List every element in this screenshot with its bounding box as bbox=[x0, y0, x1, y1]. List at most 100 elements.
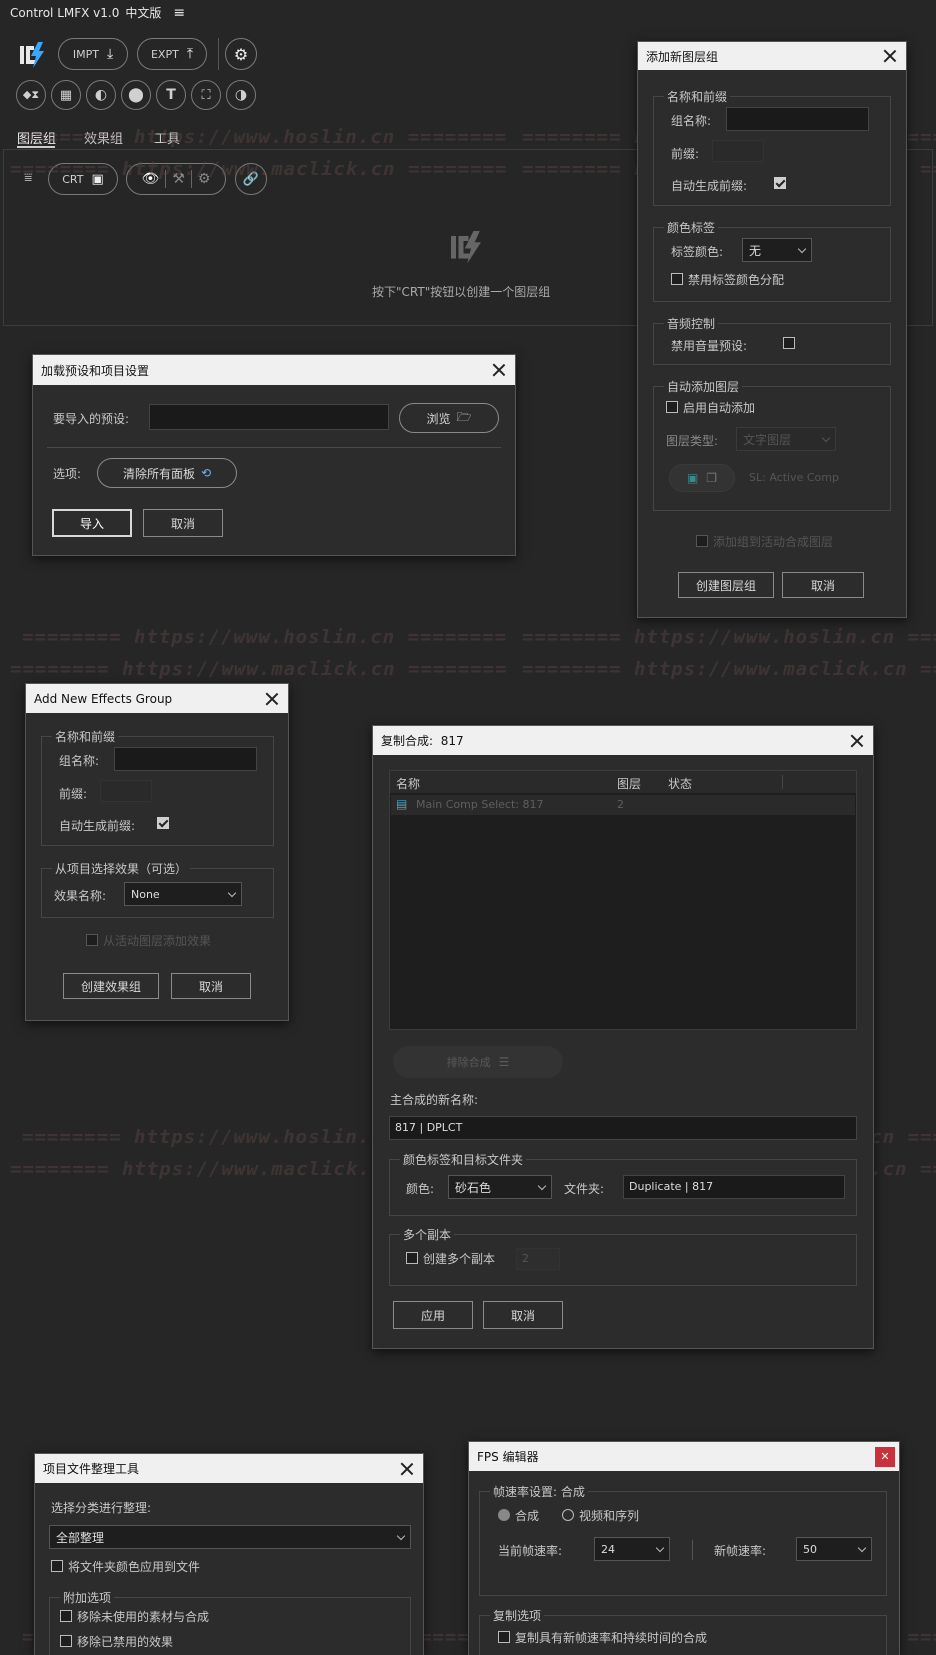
column-header-status[interactable]: 状态 bbox=[668, 775, 692, 792]
auto-prefix-checkbox[interactable] bbox=[774, 177, 786, 189]
prefix-input[interactable] bbox=[100, 780, 152, 802]
tool-transform-button[interactable]: ⛶ bbox=[191, 80, 221, 110]
chevron-down-icon bbox=[857, 1543, 867, 1552]
enable-auto-add-checkbox[interactable] bbox=[666, 401, 678, 413]
shapes-icon: ⬤ bbox=[128, 87, 144, 103]
multiple-copies-group: 多个副本 创建多个副本 2 bbox=[389, 1226, 857, 1286]
new-name-input[interactable]: 817 | DPLCT bbox=[389, 1116, 857, 1140]
remove-disabled-checkbox[interactable] bbox=[60, 1635, 72, 1647]
prefix-input[interactable] bbox=[712, 140, 764, 162]
app-lang: 中文版 bbox=[125, 6, 162, 20]
tool-text-button[interactable]: T bbox=[156, 80, 186, 110]
column-header-name[interactable]: 名称 bbox=[396, 775, 420, 792]
import-button[interactable]: IMPT ⤓ bbox=[58, 38, 128, 70]
chevron-down-icon bbox=[821, 433, 831, 442]
close-button[interactable]: ✕ bbox=[875, 1446, 895, 1467]
dialog-header: FPS 编辑器 ✕ bbox=[469, 1442, 899, 1471]
gear-icon: ⚙ bbox=[233, 44, 249, 64]
exclude-comp-button[interactable]: 排除合成 ☰ bbox=[393, 1046, 563, 1078]
current-fps-select[interactable]: 24 bbox=[594, 1537, 670, 1561]
name-prefix-group: 名称和前缀 组名称: 前缀: 自动生成前缀: bbox=[653, 88, 891, 206]
comp-source-toggle[interactable]: ▣ ❐ bbox=[669, 464, 735, 492]
apply-button[interactable]: 应用 bbox=[393, 1301, 473, 1329]
dialog-header: 加载预设和项目设置 bbox=[33, 355, 515, 385]
watermark: ======== https://www.hoslin.cn ======== bbox=[522, 626, 936, 648]
settings-button[interactable]: ⚙ bbox=[225, 38, 257, 70]
hamburger-menu-icon[interactable]: ≡ bbox=[173, 5, 185, 21]
layer-type-select[interactable]: 文字图层 bbox=[736, 427, 836, 451]
browse-button[interactable]: 浏览 🗁 bbox=[399, 403, 499, 433]
preset-path-input[interactable] bbox=[149, 404, 389, 430]
cancel-button[interactable]: 取消 bbox=[143, 509, 223, 537]
tag-color-select[interactable]: 无 bbox=[742, 238, 812, 262]
cancel-button[interactable]: 取消 bbox=[782, 572, 864, 598]
load-preset-dialog: 加载预设和项目设置 要导入的预设: 浏览 🗁 选项: 清除所有面板 ⟲ 导入 取… bbox=[32, 354, 516, 556]
import-confirm-button[interactable]: 导入 bbox=[52, 509, 132, 537]
disable-volume-checkbox[interactable] bbox=[783, 337, 795, 349]
close-icon[interactable] bbox=[882, 48, 898, 64]
folder-input[interactable]: Duplicate | 817 bbox=[623, 1175, 845, 1199]
dialog-header: 添加新图层组 bbox=[638, 42, 906, 70]
effect-name-select[interactable]: None bbox=[124, 882, 242, 906]
organize-category-select[interactable]: 全部整理 bbox=[49, 1525, 411, 1549]
app-title-bar: Control LMFX v1.0 中文版 ≡ bbox=[10, 4, 185, 21]
add-from-active-checkbox[interactable] bbox=[86, 934, 98, 946]
close-icon[interactable] bbox=[399, 1461, 415, 1477]
add-to-active-checkbox[interactable] bbox=[696, 535, 708, 547]
upload-icon: ⤒ bbox=[186, 46, 194, 62]
watermark: ======== https://www.maclick.cn ======== bbox=[522, 658, 936, 680]
chevron-down-icon bbox=[655, 1543, 665, 1552]
close-icon[interactable] bbox=[264, 691, 280, 707]
remove-unused-checkbox[interactable] bbox=[60, 1610, 72, 1622]
fps-editor-dialog: FPS 编辑器 ✕ 帧速率设置: 合成 合成 视频和序列 当前帧速率: 24 新… bbox=[468, 1441, 900, 1655]
cancel-button[interactable]: 取消 bbox=[171, 973, 251, 999]
auto-add-group: 自动添加图层 启用自动添加 图层类型: 文字图层 ▣ ❐ SL: Active … bbox=[653, 378, 891, 511]
tool-shapes-button[interactable]: ⬤ bbox=[121, 80, 151, 110]
color-folder-group: 颜色标签和目标文件夹 颜色: 砂石色 文件夹: Duplicate | 817 bbox=[389, 1151, 857, 1216]
table-row[interactable]: ▤ Main Comp Select: 817 2 bbox=[391, 795, 855, 815]
copy-new-rate-checkbox[interactable] bbox=[498, 1631, 510, 1643]
dialog-title: FPS 编辑器 bbox=[477, 1450, 539, 1464]
chevron-down-icon bbox=[227, 888, 237, 897]
watermark: ======== https://www.hoslin.cn ======== bbox=[22, 626, 508, 648]
group-name-input[interactable] bbox=[726, 107, 869, 131]
apply-folder-color-checkbox[interactable] bbox=[51, 1560, 63, 1572]
new-fps-select[interactable]: 50 bbox=[796, 1537, 872, 1561]
film-icon: ▣ bbox=[686, 471, 699, 485]
dialog-header: Add New Effects Group bbox=[26, 684, 288, 713]
add-layer-group-dialog: 添加新图层组 名称和前缀 组名称: 前缀: 自动生成前缀: 颜色标签 标签颜色:… bbox=[637, 41, 907, 618]
radio-video-sequence[interactable] bbox=[562, 1509, 574, 1521]
radio-comp[interactable] bbox=[498, 1509, 510, 1521]
tool-contrast-button[interactable]: ◐ bbox=[86, 80, 116, 110]
tool-align-button[interactable]: ◆⧗ bbox=[16, 80, 46, 110]
divider bbox=[47, 447, 501, 448]
divider bbox=[692, 1540, 693, 1560]
folder-open-icon: 🗁 bbox=[456, 409, 472, 424]
watermark: ======== https://www.hoslin.cn ======== bbox=[22, 126, 508, 148]
create-layer-group-button[interactable]: 创建图层组 bbox=[678, 572, 774, 598]
create-effects-group-button[interactable]: 创建效果组 bbox=[63, 973, 159, 999]
group-name-input[interactable] bbox=[114, 747, 257, 771]
close-icon[interactable] bbox=[849, 733, 865, 749]
list-icon: ☰ bbox=[498, 1055, 510, 1069]
cancel-button[interactable]: 取消 bbox=[483, 1301, 563, 1329]
tool-mask-button[interactable]: ◑ bbox=[226, 80, 256, 110]
empty-state-logo-icon bbox=[443, 226, 489, 269]
column-header-layers[interactable]: 图层 bbox=[617, 775, 641, 792]
chevron-down-icon bbox=[797, 244, 807, 253]
project-organizer-dialog: 项目文件整理工具 选择分类进行整理: 全部整理 将文件夹颜色应用到文件 附加选项… bbox=[34, 1453, 424, 1655]
close-icon[interactable] bbox=[491, 362, 507, 378]
clear-panels-button[interactable]: 清除所有面板 ⟲ bbox=[97, 458, 237, 488]
copies-count-input[interactable]: 2 bbox=[516, 1248, 560, 1270]
contrast-icon: ◐ bbox=[94, 87, 108, 103]
export-button[interactable]: EXPT ⤒ bbox=[137, 38, 207, 70]
color-select[interactable]: 砂石色 bbox=[448, 1175, 552, 1199]
name-prefix-group: 名称和前缀 组名称: 前缀: 自动生成前缀: bbox=[41, 728, 274, 846]
duplicate-comp-dialog: 复制合成: 817 名称 图层 状态 ▤ Main Comp Select: 8… bbox=[372, 725, 874, 1349]
dialog-title: 加载预设和项目设置 bbox=[41, 363, 150, 378]
create-copies-checkbox[interactable] bbox=[406, 1252, 418, 1264]
tool-checker-button[interactable]: ▦ bbox=[51, 80, 81, 110]
transform-icon: ⛶ bbox=[201, 87, 211, 103]
auto-prefix-checkbox[interactable] bbox=[157, 817, 169, 829]
disable-tag-color-checkbox[interactable] bbox=[671, 273, 683, 285]
